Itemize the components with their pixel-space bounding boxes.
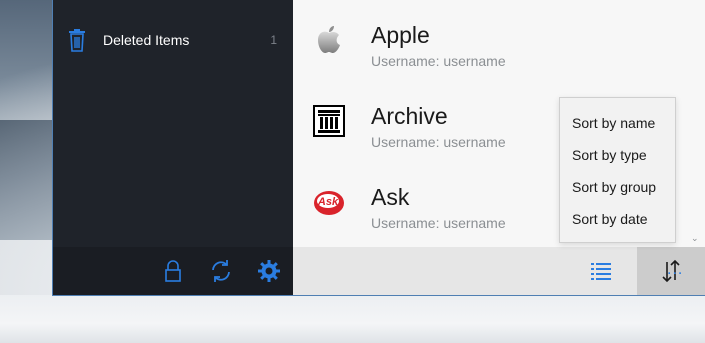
list-item[interactable]: Apple Username: username bbox=[293, 10, 705, 90]
sidebar-item-count: 1 bbox=[270, 33, 277, 47]
sidebar-toolbar bbox=[53, 247, 293, 295]
menu-item-sort-by-name[interactable]: Sort by name bbox=[560, 107, 675, 139]
list-view-button[interactable] bbox=[567, 247, 635, 295]
command-bar bbox=[293, 247, 705, 295]
entry-username: Username: username bbox=[371, 53, 506, 69]
list-view-icon bbox=[591, 263, 611, 280]
gear-icon[interactable] bbox=[257, 259, 281, 283]
apple-logo-icon bbox=[313, 24, 345, 56]
snow-field bbox=[0, 295, 705, 343]
username-value: username bbox=[443, 215, 506, 231]
username-label: Username: bbox=[371, 215, 440, 231]
menu-item-sort-by-group[interactable]: Sort by group bbox=[560, 171, 675, 203]
sidebar-item-deleted-items[interactable]: Deleted Items 1 bbox=[53, 24, 293, 58]
entry-username: Username: username bbox=[371, 215, 506, 231]
mountain-ridge bbox=[0, 120, 60, 240]
ask-logo-icon: Ask bbox=[313, 186, 345, 218]
more-icon: ... bbox=[667, 261, 684, 278]
scroll-down-arrow-icon[interactable]: ⌄ bbox=[691, 233, 699, 244]
entry-username: Username: username bbox=[371, 134, 506, 150]
username-label: Username: bbox=[371, 134, 440, 150]
username-value: username bbox=[443, 53, 506, 69]
lock-icon[interactable] bbox=[161, 259, 185, 283]
sidebar-item-label: Deleted Items bbox=[103, 32, 190, 48]
app-window: Deleted Items 1 Apple Username: username… bbox=[53, 0, 705, 295]
sidebar: Deleted Items 1 bbox=[53, 0, 293, 295]
ask-logo-text: Ask bbox=[317, 196, 339, 208]
trash-icon bbox=[67, 29, 87, 53]
entry-title: Ask bbox=[371, 184, 410, 210]
menu-item-sort-by-date[interactable]: Sort by date bbox=[560, 203, 675, 235]
entry-title: Archive bbox=[371, 103, 448, 129]
username-label: Username: bbox=[371, 53, 440, 69]
archive-logo-icon bbox=[313, 105, 345, 137]
sync-icon[interactable] bbox=[209, 259, 233, 283]
more-options-button[interactable]: ... bbox=[659, 247, 705, 295]
entry-title: Apple bbox=[371, 22, 430, 48]
menu-item-sort-by-type[interactable]: Sort by type bbox=[560, 139, 675, 171]
sort-menu: Sort by name Sort by type Sort by group … bbox=[559, 97, 676, 243]
username-value: username bbox=[443, 134, 506, 150]
